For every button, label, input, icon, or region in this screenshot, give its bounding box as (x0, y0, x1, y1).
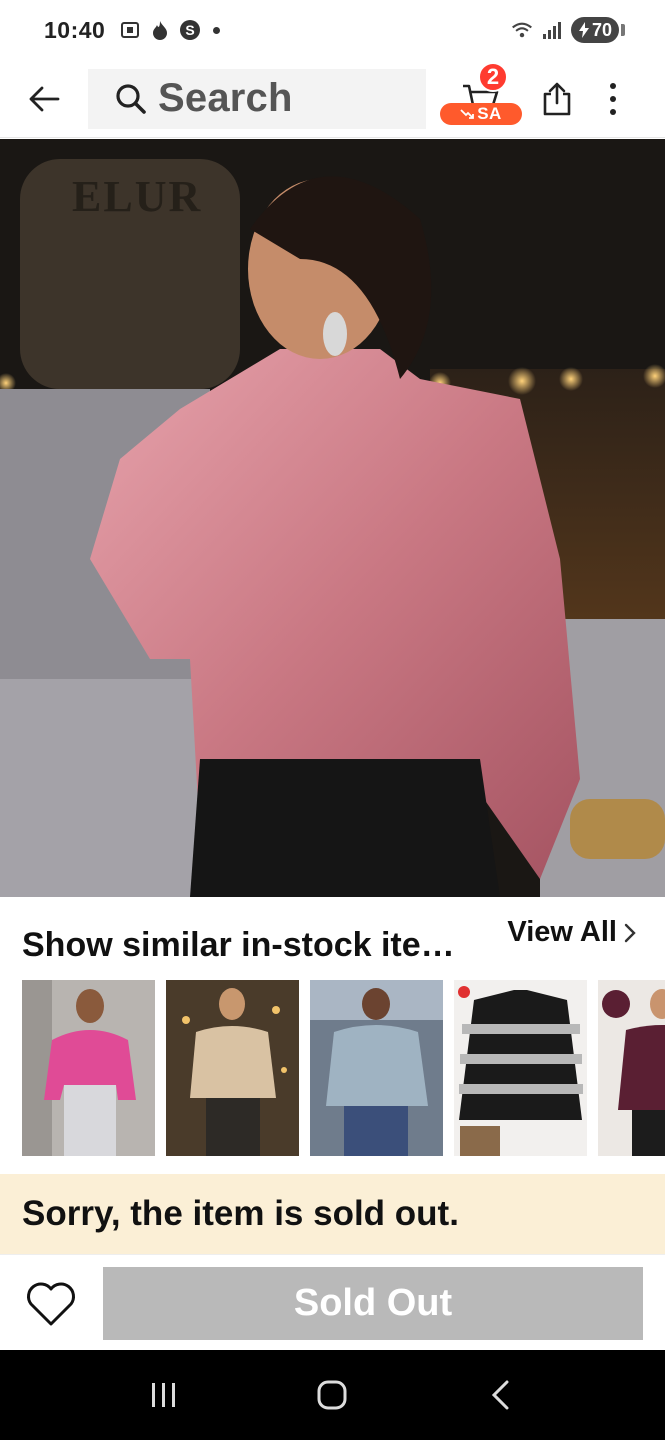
similar-item[interactable] (598, 980, 665, 1156)
signal-icon (541, 19, 563, 41)
battery-level: 70 (591, 19, 613, 40)
top-app-bar: Search 2 SA (0, 60, 665, 138)
cart-count-badge: 2 (478, 61, 508, 92)
similar-items-title: Show similar in-stock ite… (22, 926, 455, 964)
back-arrow-icon (29, 86, 60, 111)
more-options-button[interactable] (588, 60, 638, 138)
heart-outline-icon (27, 1282, 75, 1326)
more-vertical-icon (610, 82, 616, 89)
share-icon (543, 82, 571, 115)
similar-item[interactable] (22, 980, 155, 1156)
wishlist-button[interactable] (22, 1277, 80, 1331)
search-input[interactable]: Search (88, 68, 426, 129)
more-notifications-dot (213, 26, 221, 34)
home-icon (317, 1380, 347, 1410)
more-dot (610, 108, 616, 115)
share-button[interactable] (526, 60, 588, 138)
bottom-action-bar: Sold Out (0, 1254, 665, 1350)
view-all-label: View All (507, 916, 617, 948)
recent-apps-icon (152, 1383, 176, 1407)
status-bar: 10:40 S 70 (0, 0, 665, 60)
charging-bolt-icon (578, 22, 589, 38)
back-button[interactable] (0, 60, 88, 138)
similar-item-image (454, 980, 587, 1156)
product-image[interactable]: ELUR (0, 139, 665, 897)
chevron-right-icon (624, 923, 636, 942)
similar-item[interactable] (454, 980, 587, 1156)
status-time: 10:40 (44, 16, 106, 43)
similar-item[interactable] (166, 980, 299, 1156)
more-dot (610, 95, 616, 102)
similar-items-carousel[interactable] (22, 980, 665, 1156)
wifi-icon (511, 19, 533, 41)
similar-item-image (310, 980, 443, 1156)
system-back-button[interactable] (461, 1365, 541, 1425)
similar-item-image (166, 980, 299, 1156)
system-navigation-bar (0, 1350, 665, 1440)
svg-text:S: S (186, 22, 195, 38)
sold-out-notice: Sorry, the item is sold out. (0, 1174, 665, 1254)
sold-out-message: Sorry, the item is sold out. (22, 1194, 459, 1233)
similar-item[interactable] (310, 980, 443, 1156)
search-placeholder: Search (158, 76, 293, 120)
view-all-link[interactable]: View All (507, 916, 637, 949)
flame-icon (149, 19, 171, 41)
image-brand-watermark: ELUR (72, 172, 203, 221)
similar-item-image (22, 980, 155, 1156)
s-badge-icon: S (179, 19, 201, 41)
product-photo (0, 139, 665, 897)
cart-tag-label: SA (477, 103, 502, 123)
battery-tip (621, 24, 625, 36)
cart-promo-tag: SA (440, 102, 522, 125)
screenshot-icon (119, 19, 141, 41)
sold-out-button[interactable]: Sold Out (103, 1267, 643, 1340)
similar-item-image (598, 980, 665, 1156)
trend-down-icon (460, 108, 475, 119)
nav-back-icon (491, 1380, 509, 1410)
battery-indicator: 70 (571, 17, 619, 43)
cart-button[interactable]: 2 SA (434, 60, 526, 138)
recent-apps-button[interactable] (124, 1365, 204, 1425)
home-button[interactable] (292, 1365, 372, 1425)
status-system-icons: 70 (511, 17, 625, 43)
status-notification-icons: S (119, 19, 221, 41)
similar-items-header: Show similar in-stock ite… View All (0, 898, 665, 978)
search-icon (116, 83, 146, 114)
